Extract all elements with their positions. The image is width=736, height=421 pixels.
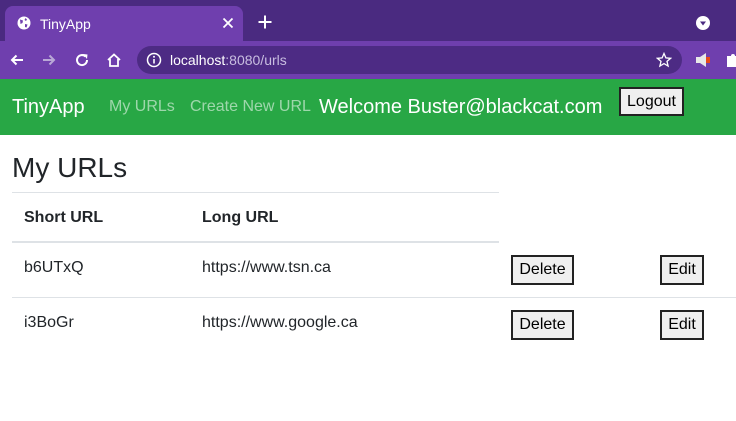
plus-icon[interactable] [258, 15, 272, 29]
nav-link-create-new-url[interactable]: Create New URL [190, 97, 311, 117]
nav-link-my-urls[interactable]: My URLs [109, 97, 175, 117]
browser-tab-strip: TinyApp [0, 0, 736, 41]
short-url-cell: b6UTxQ [24, 259, 84, 276]
logout-button[interactable]: Logout [619, 87, 684, 116]
navbar: TinyApp My URLs Create New URL Welcome B… [0, 79, 736, 135]
star-icon[interactable] [656, 52, 672, 68]
tab-title: TinyApp [40, 16, 91, 32]
edit-button[interactable]: Edit [660, 310, 704, 340]
column-header-short-url: Short URL [24, 209, 104, 226]
edit-button[interactable]: Edit [660, 255, 704, 285]
url-host: localhost [170, 52, 226, 68]
long-url-cell: https://www.tsn.ca [202, 259, 331, 276]
brand-link[interactable]: TinyApp [12, 95, 85, 119]
globe-icon [17, 16, 31, 30]
url-text: localhost:8080/urls [170, 52, 287, 69]
forward-arrow-icon[interactable] [41, 52, 57, 68]
table-header-border [12, 241, 499, 243]
page-title: My URLs [12, 152, 128, 183]
column-header-long-url: Long URL [202, 209, 279, 226]
browser-tab[interactable]: TinyApp [5, 6, 243, 41]
delete-button[interactable]: Delete [511, 255, 574, 285]
browser-toolbar: localhost:8080/urls [0, 41, 736, 79]
short-url-cell: i3BoGr [24, 314, 74, 331]
chevron-down-icon[interactable] [696, 16, 710, 30]
delete-button[interactable]: Delete [511, 310, 574, 340]
info-icon[interactable] [146, 52, 162, 68]
row-divider [12, 297, 736, 298]
back-arrow-icon[interactable] [9, 52, 25, 68]
puzzle-icon[interactable] [726, 52, 736, 68]
extension-icon[interactable] [694, 52, 712, 68]
address-bar[interactable]: localhost:8080/urls [137, 46, 682, 74]
reload-icon[interactable] [74, 52, 90, 68]
url-path: :8080/urls [225, 52, 287, 68]
close-icon[interactable] [222, 17, 234, 29]
welcome-text: Welcome Buster@blackcat.com [319, 96, 603, 118]
table-top-border [12, 192, 499, 193]
long-url-cell: https://www.google.ca [202, 314, 358, 331]
home-icon[interactable] [106, 52, 122, 68]
